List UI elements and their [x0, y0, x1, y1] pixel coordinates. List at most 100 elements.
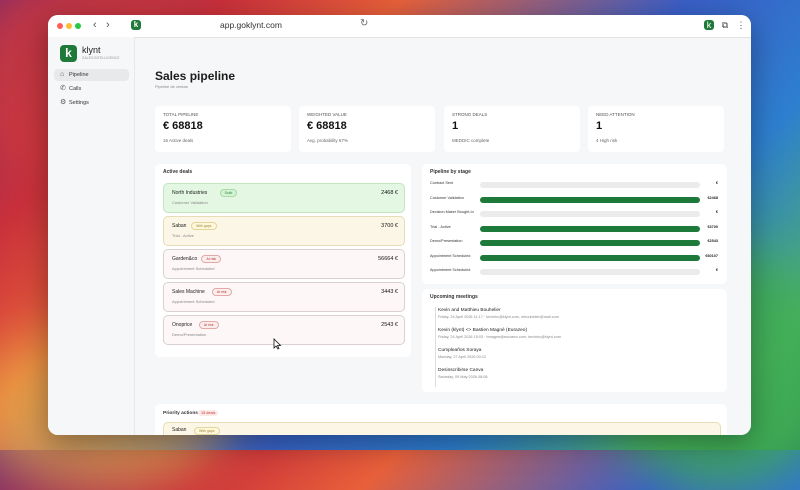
stage-bar-track: [480, 269, 700, 275]
deal-amount: 56664 €: [378, 256, 398, 262]
deal-card[interactable]: Sales Machine At risk Appointment Schedule…: [163, 282, 405, 312]
status-badge: At risk: [198, 321, 219, 329]
kpi-label: TOTAL PIPELINE: [163, 112, 199, 117]
meeting-item[interactable]: Kevin and Matthieu Bouhelier Friday, 24 A…: [438, 308, 559, 319]
kpi-label: WEIGHTED VALUE: [307, 112, 347, 117]
deal-card[interactable]: Onoprice At risk Demo/Presentation 2543 €: [163, 315, 405, 345]
stage-label: Demo/Presentation: [430, 239, 463, 243]
deal-stage: Appointment Scheduled: [172, 266, 215, 271]
back-arrow-icon[interactable]: ‹: [93, 19, 97, 31]
sidebar-item-calls[interactable]: ✆ Calls: [54, 83, 129, 95]
stage-bar-fill: [480, 254, 700, 261]
stage-label: Trial - Active: [430, 224, 451, 229]
stage-bar-fill: [480, 240, 700, 246]
meeting-item[interactable]: Kevin (klynt) <> Bastien Magné (Eurazeo)…: [438, 328, 561, 339]
sidebar: k klynt SALES INTELLIGENCE ⌂ Pipeline ✆ …: [48, 37, 135, 435]
deal-card[interactable]: Garden&co At risk Appointment Scheduled 566…: [163, 249, 405, 279]
card-title: Upcoming meetings: [430, 294, 478, 300]
brand-logo: k: [60, 45, 77, 62]
stage-bar-fill: [480, 225, 700, 232]
upcoming-meetings-card: Upcoming meetings Kevin and Matthieu Bou…: [422, 289, 727, 392]
status-badge: With gaps: [191, 222, 217, 230]
maximize-window-button[interactable]: [75, 23, 81, 29]
deal-card[interactable]: North Industries Solid Customer Validation…: [163, 183, 405, 213]
status-badge: At risk: [201, 255, 222, 263]
reload-icon[interactable]: ↻: [360, 18, 368, 29]
deal-amount: 3443 €: [381, 289, 398, 295]
kpi-value: 1: [452, 120, 459, 132]
mouse-cursor-icon: [273, 338, 282, 350]
sidebar-item-label: Pipeline: [69, 72, 89, 78]
stage-row: Appointment Scheduled €60107: [430, 253, 726, 263]
stage-label: Appointment Scheduled: [430, 268, 471, 272]
pipeline-by-stage-card: Pipeline by stage Contract Sent € Customer…: [422, 164, 727, 284]
card-title: Active deals: [163, 169, 193, 175]
kpi-value: € 68818: [307, 120, 347, 132]
meeting-time: Saturday, 09 May 2026 08:08: [438, 375, 488, 379]
deal-card[interactable]: Saban With gaps Trial - Active 3700 €: [163, 216, 405, 246]
minimize-window-button[interactable]: [66, 23, 72, 29]
stage-row: Demo/Presentation €2543: [430, 238, 726, 248]
stage-value: €: [715, 181, 718, 185]
kpi-need-attention: NEED ATTENTION 1 4 High risk: [588, 106, 724, 152]
stage-bar-track: [480, 196, 700, 203]
sidebar-item-label: Settings: [69, 100, 89, 106]
priority-actions-card: Priority actions 15 deals Saban With gap…: [155, 404, 727, 435]
deals-count-badge: 15 deals: [198, 410, 219, 416]
stage-row: Contract Sent €: [430, 180, 726, 190]
meeting-item[interactable]: Desinscribirse Canva Saturday, 09 May 202…: [438, 368, 488, 379]
brand-name: klynt: [82, 45, 101, 55]
card-title: Priority actions: [163, 411, 198, 416]
deal-name: Onoprice: [172, 322, 193, 328]
stage-bar-track: [480, 182, 700, 188]
deal-stage: Demo/Presentation: [172, 332, 207, 337]
status-badge: Solid: [219, 189, 238, 197]
home-icon: ⌂: [60, 71, 65, 78]
browser-toolbar: ‹ › k app.goklynt.com ↻ k ⧉ ⋮: [48, 15, 751, 38]
main-content: Sales pipeline Pipeline de ventas TOTAL …: [135, 37, 751, 435]
forward-arrow-icon[interactable]: ›: [106, 19, 110, 31]
close-window-button[interactable]: [57, 23, 63, 29]
sidebar-item-settings[interactable]: ⚙ Settings: [54, 97, 129, 109]
sidebar-item-pipeline[interactable]: ⌂ Pipeline: [54, 69, 129, 81]
meeting-title: Kevin and Matthieu Bouhelier: [438, 308, 501, 313]
card-title: Pipeline by stage: [430, 169, 471, 175]
deal-name: Saban: [172, 427, 187, 433]
site-favicon-icon: k: [131, 20, 141, 30]
stage-value: €: [715, 210, 718, 214]
page-title: Sales pipeline: [155, 69, 236, 83]
deal-amount: 3700 €: [381, 223, 398, 229]
extension-klynt-icon[interactable]: k: [704, 20, 714, 30]
active-deals-card: Active deals North Industries Solid Custom…: [155, 164, 411, 357]
stage-bar-track: [480, 211, 700, 217]
stage-label: Contract Sent: [430, 181, 454, 185]
meetings-timeline: [435, 307, 436, 387]
priority-deal-row[interactable]: Saban With gaps: [163, 422, 721, 435]
menu-dots-icon[interactable]: ⋮: [736, 20, 746, 30]
stage-bar-fill: [480, 196, 700, 203]
kpi-sub: 4 High risk: [596, 138, 618, 143]
stage-label: Decision Maker Bought-In: [430, 210, 474, 214]
stage-value: €: [715, 268, 718, 272]
deal-stage: Appointment Scheduled: [172, 299, 215, 304]
stage-row: Decision Maker Bought-In €: [430, 209, 726, 219]
kpi-sub: MEDDIC complete: [452, 138, 490, 143]
kpi-value: € 68818: [163, 120, 203, 132]
gear-icon: ⚙: [60, 99, 67, 106]
meeting-title: Kevin (klynt) <> Bastien Magné (Eurazeo): [438, 328, 528, 333]
extensions-puzzle-icon[interactable]: ⧉: [720, 20, 730, 30]
deal-name: Saban: [172, 223, 187, 229]
deal-name: North Industries: [172, 190, 208, 196]
phone-icon: ✆: [60, 85, 66, 92]
address-bar[interactable]: app.goklynt.com: [220, 20, 282, 30]
stage-bar-track: [480, 225, 700, 232]
kpi-total-pipeline: TOTAL PIPELINE € 68818 16 Active deals: [155, 106, 291, 152]
meeting-item[interactable]: Cumpleaños Soraya Monday, 27 April 2026 0…: [438, 348, 486, 359]
browser-window: ‹ › k app.goklynt.com ↻ k ⧉ ⋮ k klynt SA…: [48, 15, 751, 435]
deal-stage: Trial - Active: [172, 233, 194, 238]
kpi-sub: 16 Active deals: [163, 138, 194, 143]
deal-name: Sales Machine: [172, 289, 205, 295]
brand-tagline: SALES INTELLIGENCE: [82, 56, 120, 60]
meeting-time: Monday, 27 April 2026 00:12: [438, 355, 487, 359]
stage-bar-track: [480, 254, 700, 261]
